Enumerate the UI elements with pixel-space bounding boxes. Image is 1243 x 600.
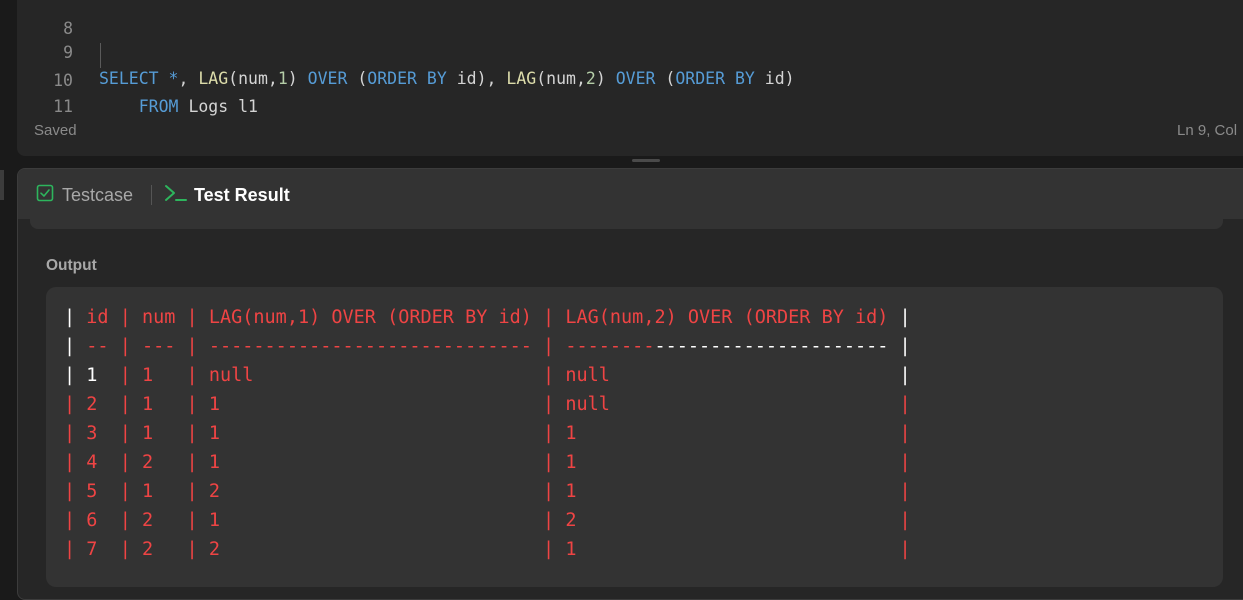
table-separator-row: | -- | --- | ---------------------------…: [64, 336, 911, 357]
side-gutter: [0, 170, 4, 200]
checkbox-icon: [36, 184, 54, 207]
cursor-position[interactable]: Ln 9, Col: [1177, 122, 1237, 139]
table-row: | 7 | 2 | 2 | 1 |: [64, 539, 911, 560]
collapsed-section[interactable]: [30, 219, 1223, 229]
tab-testcase-label: Testcase: [62, 184, 134, 205]
code-text-line-9[interactable]: SELECT *, LAG(num,1) OVER (ORDER BY id),…: [99, 66, 795, 92]
code-editor[interactable]: 8 9 SELECT *, LAG(num,1) OVER (ORDER BY …: [17, 0, 1243, 156]
output-table: | id | num | LAG(num,1) OVER (ORDER BY i…: [46, 287, 1223, 587]
save-status: Saved: [34, 122, 77, 139]
output-label: Output: [46, 257, 97, 274]
code-line-10[interactable]: 10 FROM Logs l1: [17, 42, 258, 116]
indent-guide: [100, 43, 101, 68]
table-row: | 6 | 2 | 1 | 2 |: [64, 510, 911, 531]
table-row: | 3 | 1 | 1 | 1 |: [64, 423, 911, 444]
code-text-line-10[interactable]: FROM Logs l1: [99, 94, 258, 120]
line-number: 11: [53, 97, 73, 116]
tab-testcase[interactable]: Testcase: [36, 184, 133, 206]
terminal-prompt-icon: [164, 183, 188, 208]
table-row: | 4 | 2 | 1 | 1 |: [64, 452, 911, 473]
tab-test-result-label: Test Result: [194, 184, 290, 205]
tab-divider: [151, 185, 152, 205]
panel-resize-handle[interactable]: [632, 159, 660, 162]
result-tabbar: Testcase Test Result: [18, 169, 1243, 219]
result-panel: Testcase Test Result Output | id | num |…: [17, 168, 1243, 600]
table-header-row: | id | num | LAG(num,1) OVER (ORDER BY i…: [64, 307, 911, 328]
code-line-11[interactable]: 11: [17, 68, 73, 116]
code-line-9[interactable]: 9 SELECT *, LAG(num,1) OVER (ORDER BY id…: [17, 14, 795, 88]
table-row: | 2 | 1 | 1 | null |: [64, 394, 911, 415]
table-row: | 1 | 1 | null | null |: [64, 365, 911, 386]
table-row: | 5 | 1 | 2 | 1 |: [64, 481, 911, 502]
tab-test-result[interactable]: Test Result: [164, 184, 290, 206]
